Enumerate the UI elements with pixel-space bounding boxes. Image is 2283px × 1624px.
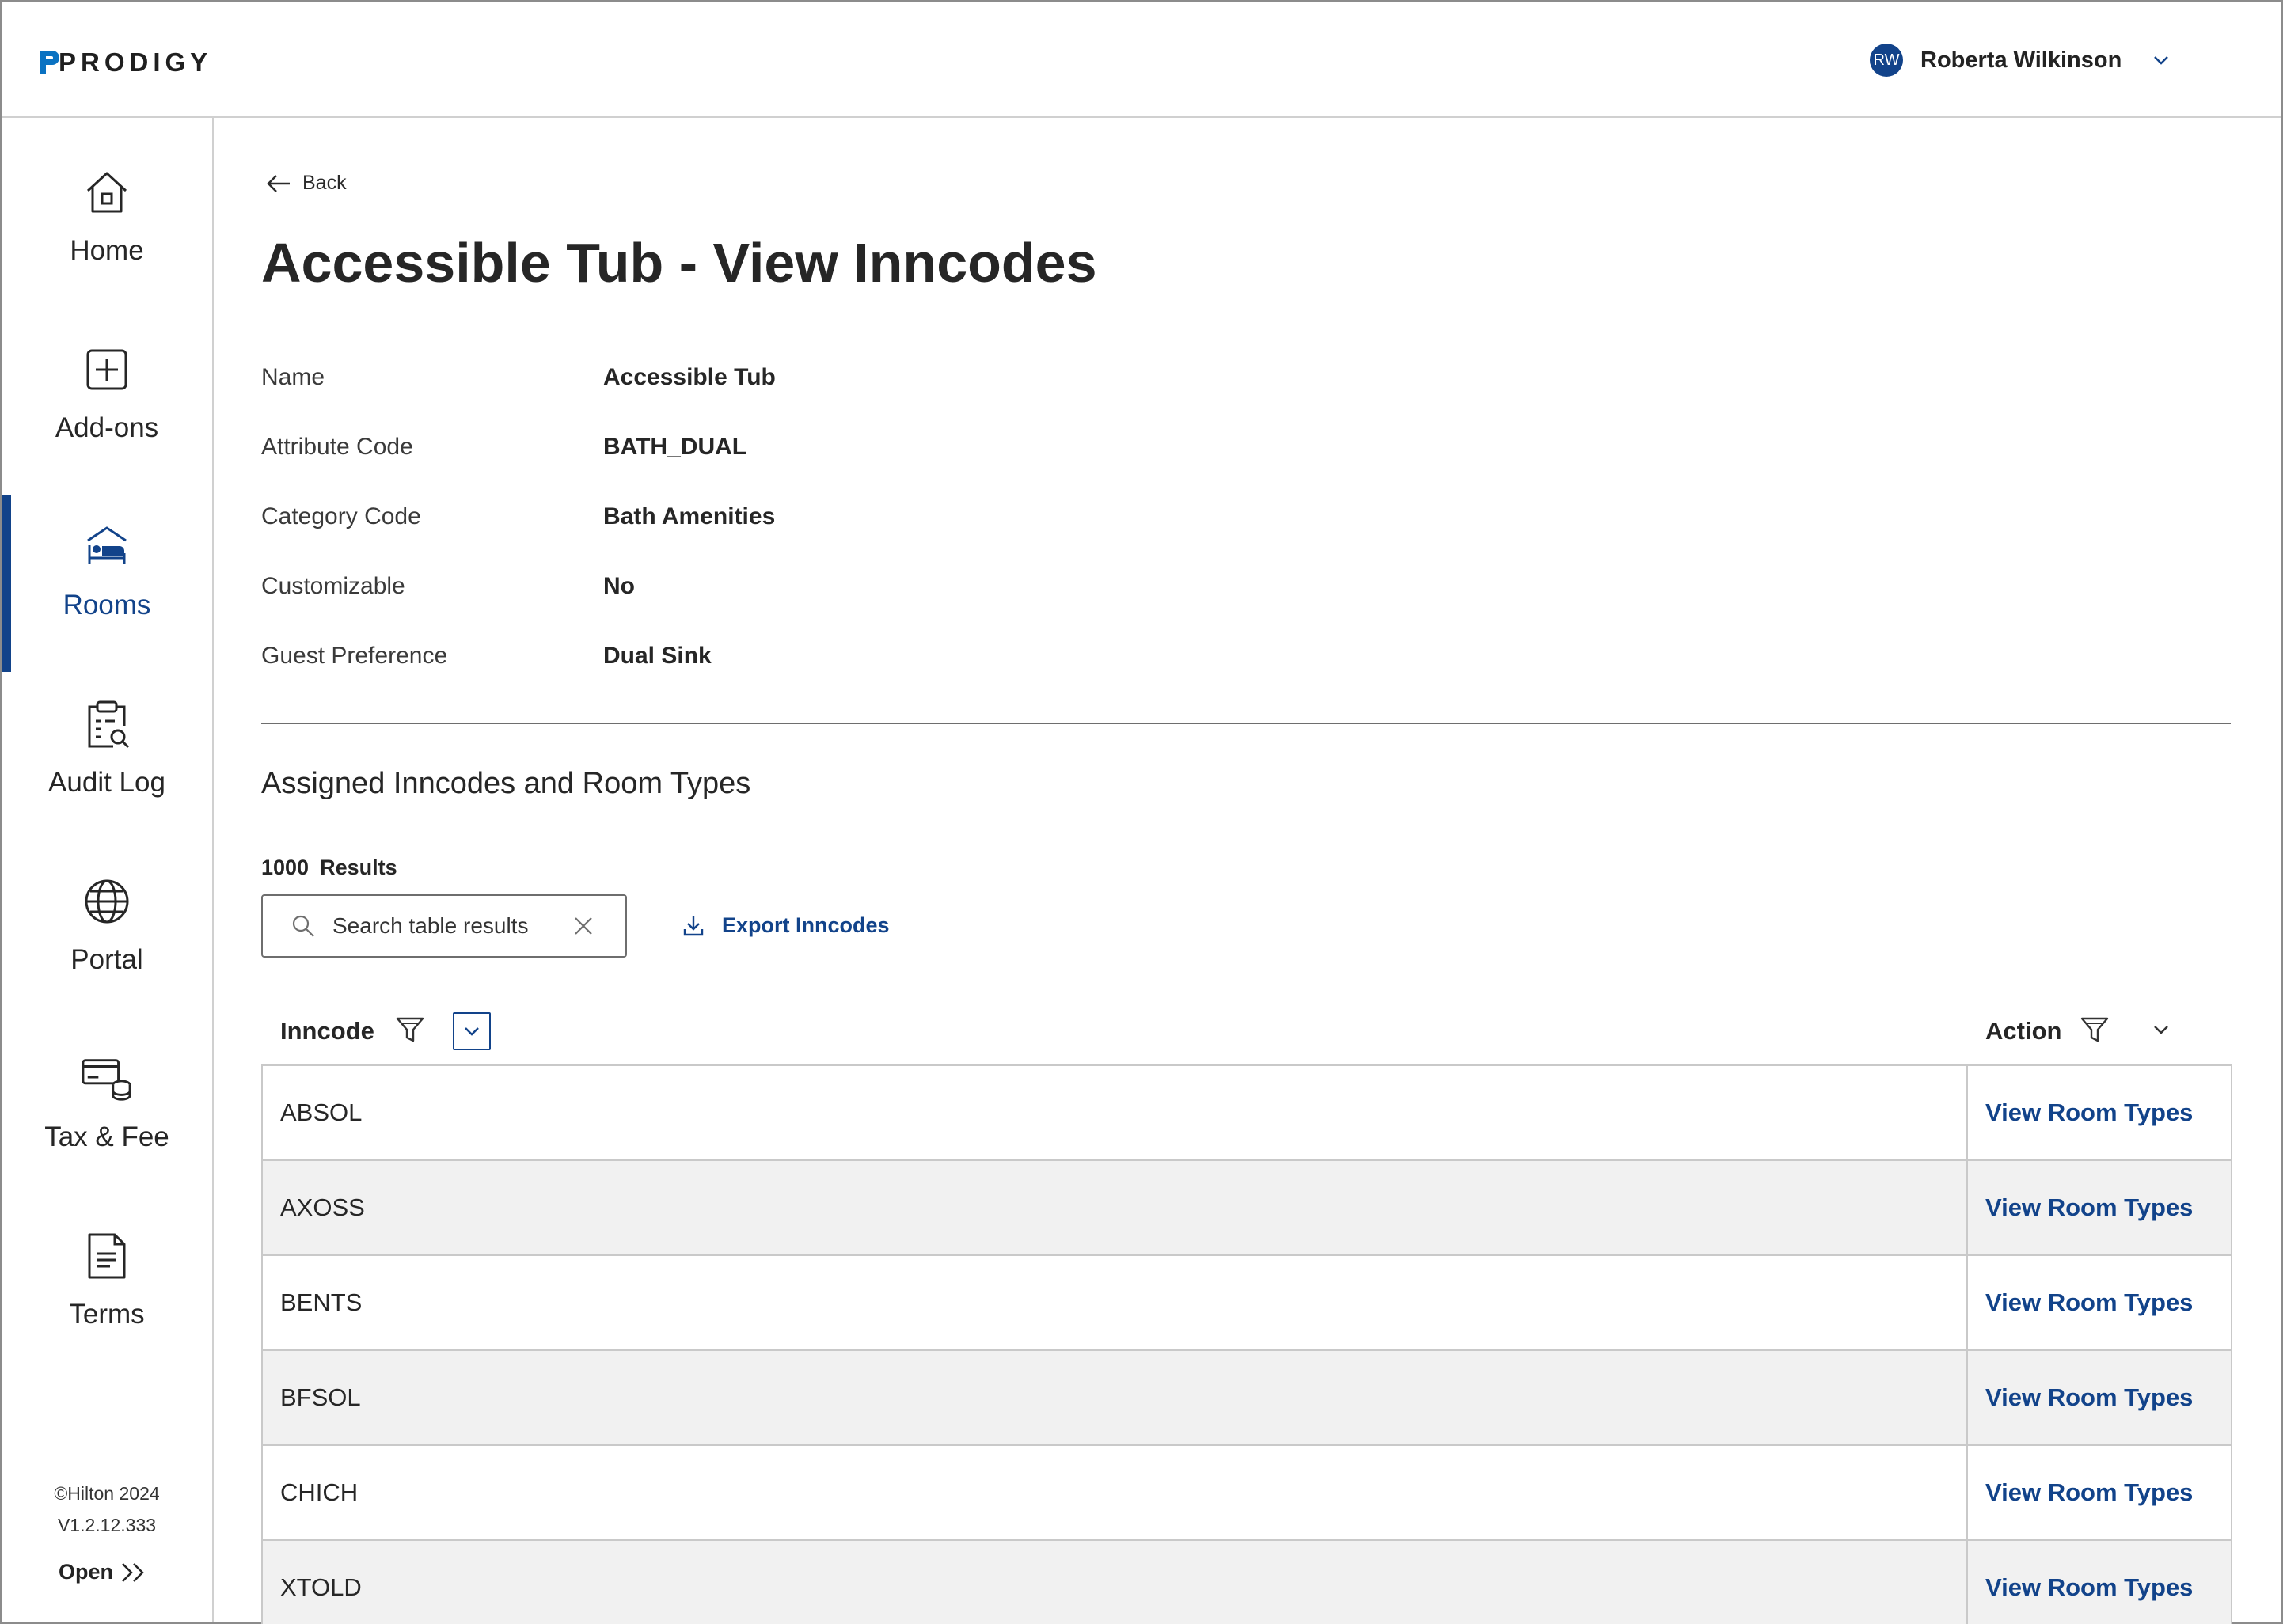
- sidebar-item-home[interactable]: Home: [2, 118, 212, 295]
- results-number: 1000: [261, 856, 310, 879]
- close-icon[interactable]: [573, 916, 594, 936]
- inncodes-table: Inncode Action ABSOL View Room Types AXO…: [261, 996, 2232, 1624]
- detail-key: Attribute Code: [261, 434, 413, 460]
- home-icon: [82, 167, 132, 218]
- sidebar-item-tax-fee[interactable]: Tax & Fee: [2, 1004, 212, 1182]
- search-box[interactable]: Search table results: [261, 894, 627, 958]
- back-label: Back: [302, 172, 347, 194]
- user-name: Roberta Wilkinson: [1920, 47, 2122, 73]
- plus-square-icon: [82, 344, 132, 395]
- arrow-left-icon: [267, 174, 290, 192]
- view-room-types-link[interactable]: View Room Types: [1968, 1351, 2231, 1444]
- logo-text: PRODIGY: [59, 47, 213, 77]
- sidebar-item-label: Portal: [70, 944, 143, 975]
- table-row: XTOLD View Room Types: [263, 1541, 2231, 1624]
- logo-mark-icon: [40, 51, 59, 74]
- sidebar-item-terms[interactable]: Terms: [2, 1182, 212, 1359]
- sidebar-item-label: Terms: [69, 1299, 145, 1330]
- search-input[interactable]: Search table results: [332, 913, 573, 939]
- inncode-cell: XTOLD: [263, 1541, 1968, 1624]
- detail-key: Name: [261, 364, 325, 390]
- table-row: CHICH View Room Types: [263, 1446, 2231, 1541]
- results-label: Results: [320, 856, 397, 879]
- filter-icon[interactable]: [394, 1014, 426, 1045]
- open-sidebar-button[interactable]: Open: [59, 1560, 148, 1584]
- export-label: Export Inncodes: [722, 913, 890, 937]
- globe-icon: [82, 876, 132, 927]
- sidebar-item-rooms[interactable]: Rooms: [2, 472, 212, 650]
- copyright-text: ©Hilton 2024: [54, 1483, 160, 1504]
- sidebar-item-label: Rooms: [63, 590, 151, 620]
- detail-value: BATH_DUAL: [603, 434, 747, 460]
- inncode-cell: BENTS: [263, 1256, 1968, 1349]
- top-header: PRODIGY RW Roberta Wilkinson: [2, 2, 2281, 118]
- table-row: BENTS View Room Types: [263, 1256, 2231, 1351]
- version-text: V1.2.12.333: [57, 1515, 157, 1535]
- detail-value: Bath Amenities: [603, 503, 776, 529]
- page-title: Accessible Tub - View Inncodes: [261, 232, 1097, 294]
- inncode-cell: CHICH: [263, 1446, 1968, 1539]
- prodigy-logo[interactable]: PRODIGY: [40, 47, 212, 78]
- inncode-cell: ABSOL: [263, 1066, 1968, 1159]
- clipboard-search-icon: [82, 699, 132, 749]
- sidebar-item-label: Home: [70, 235, 144, 266]
- column-header-inncode[interactable]: Inncode: [280, 1017, 374, 1045]
- table-row: BFSOL View Room Types: [263, 1351, 2231, 1446]
- sidebar-item-portal[interactable]: Portal: [2, 827, 212, 1004]
- chevron-down-icon: [2154, 1026, 2168, 1034]
- table-row: AXOSS View Room Types: [263, 1161, 2231, 1256]
- view-room-types-link[interactable]: View Room Types: [1968, 1161, 2231, 1254]
- table-header: Inncode Action: [261, 996, 2232, 1064]
- sidebar-item-add-ons[interactable]: Add-ons: [2, 295, 212, 472]
- sidebar-item-label: Audit Log: [48, 767, 165, 798]
- document-icon: [82, 1231, 132, 1281]
- copyright-block: ©Hilton 2024 V1.2.12.333: [2, 1478, 212, 1541]
- open-label: Open: [59, 1560, 114, 1584]
- detail-value: No: [603, 573, 635, 599]
- sidebar-nav: Home Add-ons Rooms Audit Log Portal Tax …: [2, 118, 214, 1622]
- sidebar-item-label: Add-ons: [55, 412, 159, 443]
- results-count: 1000 Results: [261, 856, 397, 880]
- detail-value: Accessible Tub: [603, 364, 776, 390]
- view-room-types-link[interactable]: View Room Types: [1968, 1256, 2231, 1349]
- bed-icon: [82, 522, 132, 572]
- view-room-types-link[interactable]: View Room Types: [1968, 1541, 2231, 1624]
- download-icon: [683, 916, 704, 936]
- inncode-cell: BFSOL: [263, 1351, 1968, 1444]
- chevron-down-icon: [465, 1027, 479, 1036]
- detail-key: Category Code: [261, 503, 421, 529]
- table-body: ABSOL View Room Types AXOSS View Room Ty…: [261, 1064, 2232, 1624]
- sidebar-item-label: Tax & Fee: [44, 1121, 169, 1152]
- table-row: ABSOL View Room Types: [263, 1066, 2231, 1161]
- back-link[interactable]: Back: [266, 172, 347, 195]
- detail-key: Customizable: [261, 573, 405, 599]
- avatar: RW: [1870, 44, 1903, 77]
- filter-icon[interactable]: [2079, 1014, 2110, 1045]
- card-coins-icon: [82, 1053, 132, 1104]
- sort-toggle-action[interactable]: [2145, 1014, 2177, 1045]
- column-header-action[interactable]: Action: [1985, 1017, 2061, 1045]
- search-icon: [292, 915, 314, 937]
- section-divider: [261, 723, 2231, 724]
- sidebar-item-audit-log[interactable]: Audit Log: [2, 650, 212, 827]
- detail-value: Dual Sink: [603, 643, 712, 669]
- section-title: Assigned Inncodes and Room Types: [261, 767, 751, 800]
- view-room-types-link[interactable]: View Room Types: [1968, 1066, 2231, 1159]
- export-inncodes-button[interactable]: Export Inncodes: [682, 909, 890, 941]
- detail-key: Guest Preference: [261, 643, 448, 669]
- double-chevron-right-icon: [122, 1562, 144, 1582]
- user-menu[interactable]: RW Roberta Wilkinson: [1870, 41, 2171, 79]
- chevron-down-icon[interactable]: [2152, 51, 2171, 70]
- inncode-cell: AXOSS: [263, 1161, 1968, 1254]
- sort-toggle-inncode[interactable]: [453, 1012, 491, 1050]
- view-room-types-link[interactable]: View Room Types: [1968, 1446, 2231, 1539]
